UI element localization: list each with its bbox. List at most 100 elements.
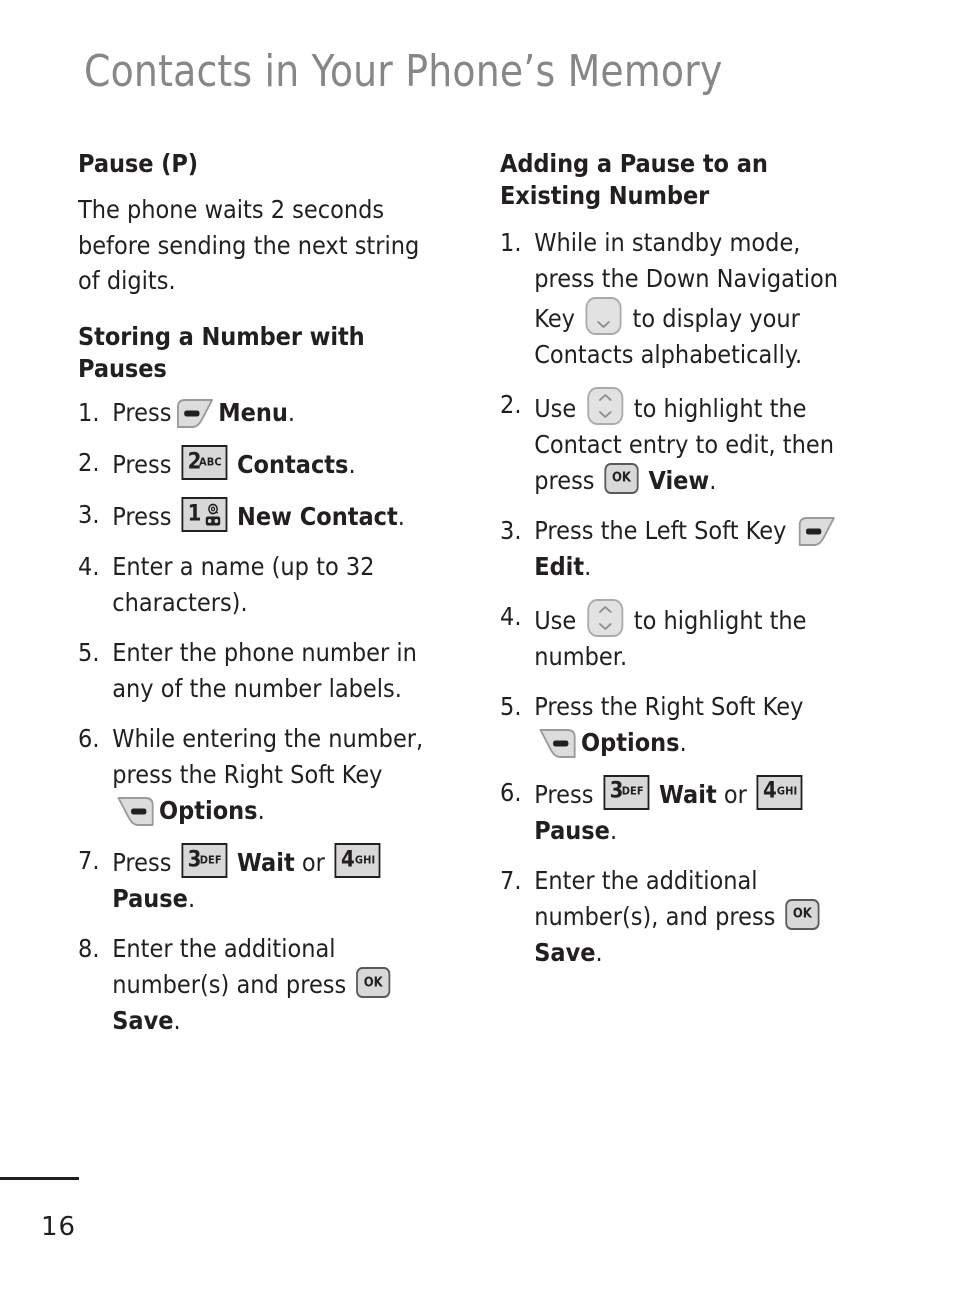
keypad-4-ghi-icon: 4 GHI xyxy=(334,843,381,879)
step-suffix: . xyxy=(287,398,296,428)
step-suffix: . xyxy=(709,465,717,495)
list-item: 1. Press Menu. xyxy=(78,395,431,431)
heading-storing-a-number-with-pauses: Storing a Number with Pauses xyxy=(78,321,365,384)
up-down-navigation-key-icon xyxy=(587,386,624,425)
step-bold-label-2: Pause xyxy=(534,815,610,845)
step-bold-label-2: Pause xyxy=(112,884,188,914)
step-number: 7. xyxy=(78,846,100,876)
heading-pause-p: Pause (P) xyxy=(78,149,199,178)
step-text: Enter the additional number(s) and press xyxy=(112,934,347,1000)
step-text: Press the Right Soft Key xyxy=(534,691,804,721)
list-item: 7. Press 3 DEF Wait or 4 GHI Pause. xyxy=(78,843,431,917)
left-steps-list: 1. Press Menu. 2. Press 2 ABC Contacts. 3. Pr… xyxy=(78,395,470,1039)
step-suffix: . xyxy=(584,551,592,581)
keypad-letters: ABC xyxy=(199,455,222,469)
ok-key-icon: OK xyxy=(785,898,820,930)
list-item: 3. Press 1 New Contact. xyxy=(78,497,431,535)
list-item: 4. Enter a name (up to 32 characters). xyxy=(78,549,431,621)
step-text: Use xyxy=(534,393,577,423)
step-text: Use xyxy=(534,605,577,635)
step-bold-label: Wait xyxy=(659,779,717,809)
step-bold-label-2: View xyxy=(648,465,710,495)
step-suffix: . xyxy=(595,937,603,967)
step-number: 6. xyxy=(78,724,100,754)
step-bold-label: Save xyxy=(534,937,596,967)
step-bold-label: Menu xyxy=(218,398,288,428)
right-soft-key-icon xyxy=(116,796,156,827)
list-item: 2. Press 2 ABC Contacts. xyxy=(78,445,431,483)
list-item: 3. Press the Left Soft Key Edit. xyxy=(500,513,853,585)
step-bold-label: Contacts xyxy=(237,450,349,480)
step-bold-label: Options xyxy=(581,727,680,757)
step-text: Press xyxy=(534,779,594,809)
paragraph-pause-description: The phone waits 2 seconds before sending… xyxy=(78,195,420,296)
footer-rule xyxy=(0,1177,79,1180)
step-number: 1. xyxy=(78,398,100,428)
step-suffix: . xyxy=(679,727,687,757)
step-number: 3. xyxy=(78,500,100,530)
keypad-letters: DEF xyxy=(621,784,644,798)
step-number: 4. xyxy=(500,601,522,631)
list-item: 5. Press the Right Soft Key Options. xyxy=(500,689,853,761)
step-bold-label: New Contact xyxy=(237,502,398,532)
keypad-digit: 4 xyxy=(763,778,777,804)
keypad-letters: GHI xyxy=(776,784,798,798)
step-suffix: . xyxy=(397,502,405,532)
right-soft-key-icon xyxy=(538,728,578,759)
list-item: 6. Press 3 DEF Wait or 4 GHI Pause. xyxy=(500,774,853,849)
step-number: 7. xyxy=(500,865,522,895)
keypad-3-def-icon: 3 DEF xyxy=(603,774,650,810)
left-soft-key-icon xyxy=(797,516,837,547)
step-bold-label: Save xyxy=(112,1006,174,1036)
step-suffix: . xyxy=(348,450,356,480)
step-suffix: . xyxy=(173,1006,181,1036)
right-column: Adding a Pause to an Existing Number 1. W… xyxy=(500,148,892,985)
page-title: Contacts in Your Phone’s Memory xyxy=(84,46,723,97)
ok-key-label: OK xyxy=(363,975,383,991)
step-bold-label: Wait xyxy=(237,848,295,878)
list-item: 7. Enter the additional number(s), and pr… xyxy=(500,863,853,971)
step-text: Press xyxy=(112,502,172,532)
keypad-3-def-icon: 3 DEF xyxy=(181,843,228,879)
step-text: Press the Left Soft Key xyxy=(534,515,787,545)
up-down-navigation-key-icon xyxy=(587,598,624,637)
keypad-letters: GHI xyxy=(354,853,376,867)
step-text: Enter the phone number in any of the num… xyxy=(112,638,417,704)
step-suffix: to display your Contacts alphabetically. xyxy=(534,303,803,369)
step-text: While entering the number, press the Rig… xyxy=(112,724,424,790)
list-item: 1. While in standby mode, press the Down … xyxy=(500,225,853,373)
ok-key-icon: OK xyxy=(356,967,391,999)
ok-key-label: OK xyxy=(611,470,631,486)
step-text: Press xyxy=(112,398,172,428)
keypad-letters: DEF xyxy=(199,853,222,867)
step-bold-label: Edit xyxy=(534,551,585,581)
voicemail-icon xyxy=(205,503,221,527)
step-text: Press xyxy=(112,848,172,878)
list-item: 4. Use to highlight the number. xyxy=(500,598,853,675)
step-text: Press xyxy=(112,450,172,480)
down-navigation-key-icon xyxy=(585,296,622,335)
keypad-digit: 1 xyxy=(187,501,202,527)
step-conjunction: or xyxy=(301,848,325,878)
step-number: 1. xyxy=(500,227,522,257)
page-number: 16 xyxy=(41,1212,77,1242)
step-number: 5. xyxy=(78,638,100,668)
step-suffix: . xyxy=(609,815,618,845)
step-suffix: . xyxy=(257,796,265,826)
step-bold-label: Options xyxy=(159,796,258,826)
step-number: 3. xyxy=(500,515,522,545)
step-number: 6. xyxy=(500,777,522,807)
list-item: 6. While entering the number, press the R… xyxy=(78,721,431,829)
ok-key-icon: OK xyxy=(604,462,639,494)
keypad-1-voicemail-icon: 1 xyxy=(181,497,228,533)
step-number: 4. xyxy=(78,552,100,582)
step-text: Enter a name (up to 32 characters). xyxy=(112,552,375,618)
heading-adding-a-pause: Adding a Pause to an Existing Number xyxy=(500,149,768,211)
step-number: 2. xyxy=(500,389,522,419)
list-item: 8. Enter the additional number(s) and pre… xyxy=(78,931,431,1039)
list-item: 5. Enter the phone number in any of the n… xyxy=(78,635,431,707)
step-number: 2. xyxy=(78,448,100,478)
step-number: 5. xyxy=(500,691,522,721)
keypad-4-ghi-icon: 4 GHI xyxy=(756,774,803,810)
left-soft-key-icon xyxy=(175,398,215,429)
